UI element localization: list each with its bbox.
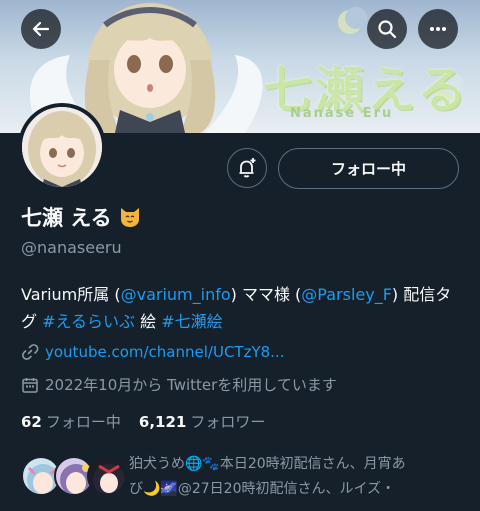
search-icon [378,20,397,39]
mutual-followers-line: び🌙🌌@27日20時初配信さん、ルイズ・ [129,481,396,497]
joined-date-row: 2022年10月から Twitterを利用しています [21,374,337,395]
avatar-illustration [22,107,102,187]
search-button[interactable] [367,9,407,49]
mutual-followers[interactable]: 狛犬うめ🌐🐾本日20時初配信さん、月宵あ び🌙🌌@27日20時初配信さん、ルイズ… [21,452,461,511]
more-icon [430,27,446,31]
more-button[interactable] [418,9,458,49]
following-button[interactable]: フォロー中 [278,148,459,189]
profile-url[interactable]: youtube.com/channel/UCTzY8... [45,343,284,361]
notification-bell-button[interactable] [227,148,267,188]
display-name: 七瀬 える [21,206,112,230]
link-icon [22,344,39,360]
following-label: フォロー中 [45,413,121,431]
mutual-avatar [87,456,127,496]
mutual-followers-line: 狛犬うめ🌐🐾本日20時初配信さん、月宵あ [129,456,406,472]
name-row: 七瀬 える [21,202,142,232]
user-handle: @nanaseeru [21,238,122,257]
mutual-followers-text: 狛犬うめ🌐🐾本日20時初配信さん、月宵あ び🌙🌌@27日20時初配信さん、ルイズ… [129,452,461,502]
bio-text: Varium所属 ( [21,285,121,304]
bio-text: 絵 [135,312,162,331]
following-count: 62 [21,413,42,431]
mutual-avatar-image [93,464,125,494]
joined-date: 2022年10月から Twitterを利用しています [45,376,337,394]
bio-text: ) ママ様 ( [230,285,302,304]
cat-face-icon [120,208,139,227]
follow-counts: 62 フォロー中 6,121 フォロワー [21,411,283,432]
bio-hashtag-art[interactable]: #七瀬絵 [161,312,222,331]
following-count-link[interactable]: 62 フォロー中 [21,411,121,432]
followers-count: 6,121 [138,413,187,431]
bio-hashtag-erulive[interactable]: #えるらいぶ [42,312,135,331]
profile-bio: Varium所属 (@varium_info) ママ様 (@Parsley_F)… [21,281,461,335]
followers-label: フォロワー [190,413,266,431]
calendar-icon [22,377,38,393]
profile-url-row: youtube.com/channel/UCTzY8... [21,343,284,361]
bio-mention-varium[interactable]: @varium_info [121,285,231,304]
followers-count-link[interactable]: 6,121 フォロワー [139,411,265,432]
back-button[interactable] [21,9,61,49]
back-arrow-icon [32,21,50,37]
banner-subtitle: Nanase Eru [290,106,394,121]
bell-plus-icon [239,158,256,178]
bio-mention-parsley[interactable]: @Parsley_F [301,285,392,304]
avatar[interactable] [18,103,106,191]
